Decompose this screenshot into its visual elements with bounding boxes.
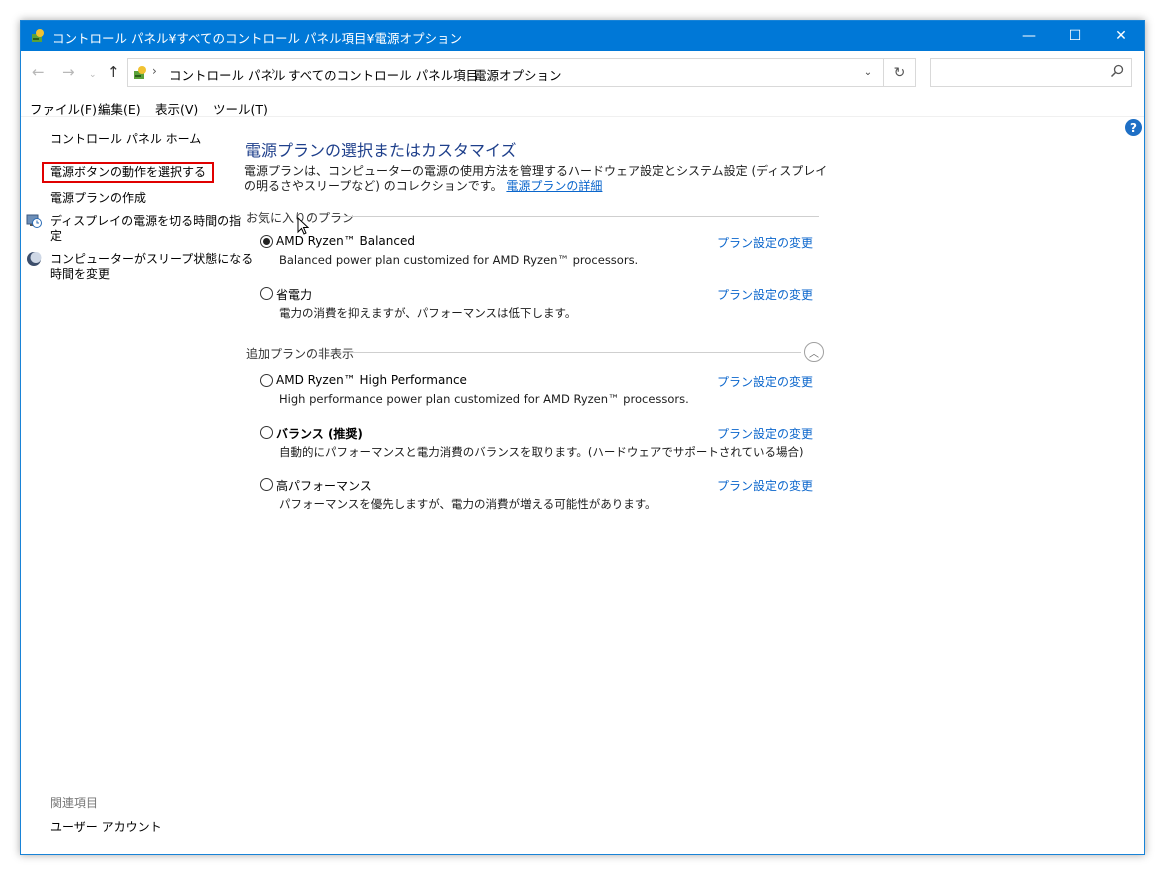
search-input[interactable] — [931, 59, 1101, 86]
plan-desc-balanced: 自動的にパフォーマンスと電力消費のバランスを取ります。(ハードウェアでサポートさ… — [279, 445, 804, 459]
power-plan-details-link[interactable]: 電源プランの詳細 — [506, 179, 602, 193]
control-panel-icon — [32, 29, 44, 42]
change-plan-settings-link[interactable]: プラン設定の変更 — [717, 286, 813, 303]
plan-radio-power-saver[interactable] — [260, 287, 273, 300]
plan-desc-amd-balanced: Balanced power plan customized for AMD R… — [279, 253, 639, 267]
breadcrumb-power-options[interactable]: 電源オプション — [474, 65, 562, 84]
close-button[interactable]: ✕ — [1098, 21, 1144, 51]
breadcrumb-control-panel[interactable]: コントロール パネル — [169, 65, 285, 84]
group-divider — [341, 216, 819, 217]
plan-name-power-saver[interactable]: 省電力 — [276, 286, 312, 303]
window-title: コントロール パネル¥すべてのコントロール パネル項目¥電源オプション — [52, 31, 462, 46]
change-plan-settings-link[interactable]: プラン設定の変更 — [717, 234, 813, 251]
plan-desc-high-performance: パフォーマンスを優先しますが、電力の消費が増える可能性があります。 — [279, 497, 657, 511]
breadcrumb-separator[interactable]: › — [152, 64, 157, 78]
menu-file[interactable]: ファイル(F) — [30, 99, 97, 118]
change-plan-settings-link[interactable]: プラン設定の変更 — [717, 477, 813, 494]
plan-radio-high-performance[interactable] — [260, 478, 273, 491]
related-item-user-accounts[interactable]: ユーザー アカウント — [50, 820, 162, 835]
address-dropdown-button[interactable]: ⌄ — [853, 59, 883, 86]
page-description: 電源プランは、コンピューターの電源の使用方法を管理するハードウェア設定とシステム… — [244, 164, 834, 194]
plan-name-balanced[interactable]: バランス (推奨) — [276, 425, 363, 442]
sleep-moon-icon — [27, 252, 42, 266]
additional-plans-heading[interactable]: 追加プランの非表示 — [246, 345, 354, 362]
breadcrumb-all-items[interactable]: すべてのコントロール パネル項目 — [288, 65, 478, 84]
change-plan-settings-link[interactable]: プラン設定の変更 — [717, 425, 813, 442]
menu-view[interactable]: 表示(V) — [155, 99, 198, 118]
help-icon[interactable]: ? — [1125, 119, 1142, 136]
sidebar-item-power-button-action[interactable]: 電源ボタンの動作を選択する — [42, 162, 215, 183]
address-bar[interactable]: › コントロール パネル › すべてのコントロール パネル項目 › 電源オプショ… — [127, 58, 884, 87]
plan-radio-amd-high-performance[interactable] — [260, 374, 273, 387]
related-items-heading: 関連項目 — [50, 796, 99, 810]
sidebar-item-label: 時間を変更 — [50, 267, 111, 281]
back-button[interactable]: ← — [32, 64, 45, 80]
minimize-button[interactable]: — — [1006, 21, 1052, 51]
plan-radio-balanced[interactable] — [260, 426, 273, 439]
plan-desc-amd-high-performance: High performance power plan customized f… — [279, 392, 689, 406]
up-button[interactable]: ↑ — [107, 64, 120, 80]
sidebar-item-label: 定 — [50, 229, 63, 243]
mouse-cursor-icon — [297, 217, 309, 235]
control-panel-window: コントロール パネル¥すべてのコントロール パネル項目¥電源オプション — ☐ … — [20, 20, 1145, 855]
sidebar-item-display-off-time[interactable]: ディスプレイの電源を切る時間の指 定 — [50, 214, 241, 244]
menu-bar: ファイル(F) 編集(E) 表示(V) ツール(T) — [21, 95, 1144, 117]
search-icon[interactable] — [1109, 63, 1125, 79]
recent-locations-button[interactable]: ⌄ — [89, 67, 97, 83]
maximize-button[interactable]: ☐ — [1052, 21, 1098, 51]
search-box[interactable] — [930, 58, 1132, 87]
page-title: 電源プランの選択またはカスタマイズ — [245, 141, 517, 160]
sidebar-control-panel-home[interactable]: コントロール パネル ホーム — [50, 132, 201, 147]
menu-edit[interactable]: 編集(E) — [98, 99, 141, 118]
sidebar-item-label: ディスプレイの電源を切る時間の指 — [50, 214, 242, 228]
sidebar-item-label: コンピューターがスリープ状態になる — [50, 252, 254, 266]
group-divider — [349, 352, 801, 353]
plan-desc-power-saver: 電力の消費を抑えますが、パフォーマンスは低下します。 — [279, 306, 577, 320]
collapse-chevron-icon[interactable]: ︿ — [804, 342, 824, 362]
address-row: ← → ⌄ ↑ › コントロール パネル › すべてのコントロール パネル項目 … — [21, 51, 1144, 93]
title-bar[interactable]: コントロール パネル¥すべてのコントロール パネル項目¥電源オプション — ☐ … — [21, 21, 1144, 51]
menu-tools[interactable]: ツール(T) — [213, 99, 268, 118]
refresh-button[interactable]: ↻ — [884, 58, 916, 87]
sidebar-item-sleep-time[interactable]: コンピューターがスリープ状態になる 時間を変更 — [50, 252, 253, 282]
plan-name-amd-balanced[interactable]: AMD Ryzen™ Balanced — [276, 234, 415, 248]
plan-name-amd-high-performance[interactable]: AMD Ryzen™ High Performance — [276, 373, 467, 387]
change-plan-settings-link[interactable]: プラン設定の変更 — [717, 373, 813, 390]
sidebar-item-create-plan[interactable]: 電源プランの作成 — [50, 191, 146, 206]
plan-name-high-performance[interactable]: 高パフォーマンス — [276, 477, 372, 494]
display-clock-icon — [26, 214, 42, 228]
forward-button[interactable]: → — [62, 64, 75, 80]
breadcrumb-separator[interactable]: › — [458, 64, 463, 78]
plan-radio-amd-balanced[interactable] — [260, 235, 273, 248]
control-panel-icon — [134, 66, 146, 79]
breadcrumb-separator[interactable]: › — [271, 64, 276, 78]
